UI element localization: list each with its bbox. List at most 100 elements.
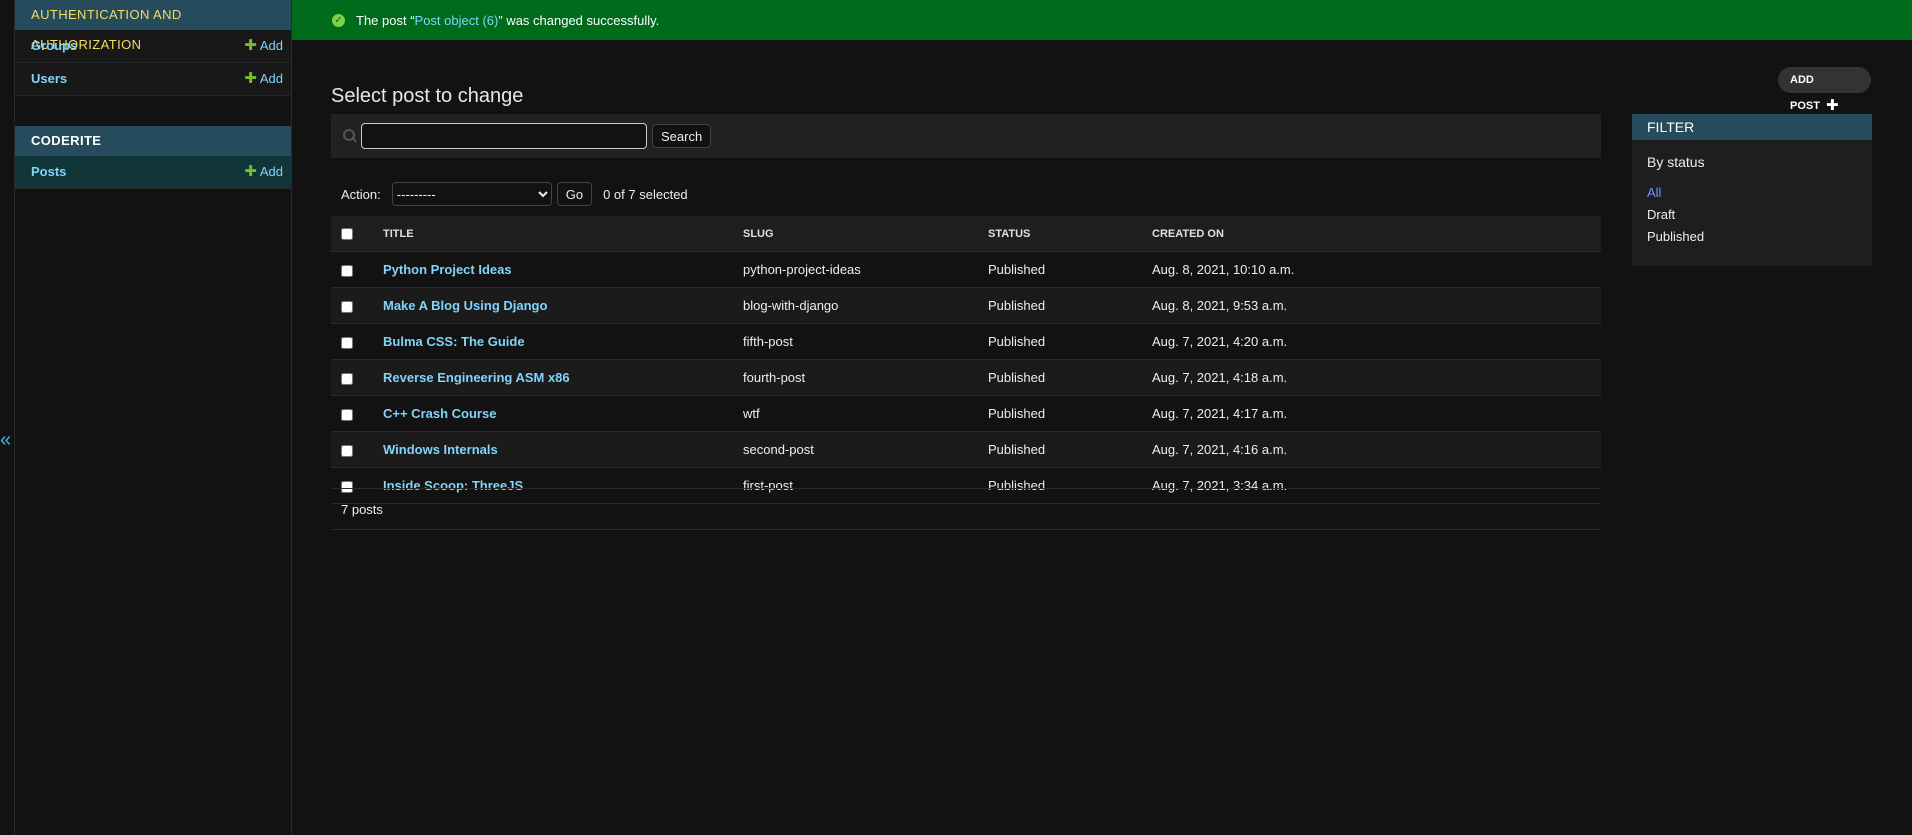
table-row: Bulma CSS: The Guide fifth-post Publishe…: [331, 323, 1601, 360]
action-select[interactable]: ---------: [391, 182, 552, 206]
created-cell: Aug. 7, 2021, 4:20 a.m.: [1151, 323, 1601, 360]
status-cell: Published: [987, 395, 1151, 432]
post-title-link[interactable]: Make A Blog Using Django: [383, 298, 547, 313]
title-cell: Windows Internals: [382, 431, 742, 468]
post-title-link[interactable]: C++ Crash Course: [383, 406, 496, 421]
add-posts-label: Add: [259, 164, 283, 179]
posts-table: Title Slug Status Created on Python Proj…: [331, 216, 1601, 504]
slug-cell: fourth-post: [742, 359, 987, 396]
plus-icon: ✚: [1825, 97, 1839, 114]
row-select-cell: [331, 431, 382, 468]
slug-cell: python-project-ideas: [742, 251, 987, 288]
created-cell: Aug. 8, 2021, 9:53 a.m.: [1151, 287, 1601, 324]
row-select-cell: [331, 359, 382, 396]
add-groups-link[interactable]: ✚ Add: [244, 30, 283, 62]
created-cell: Aug. 7, 2021, 4:17 a.m.: [1151, 395, 1601, 432]
column-header-status[interactable]: Status: [987, 216, 1151, 252]
column-header-created-on[interactable]: Created on: [1151, 216, 1601, 252]
success-check-icon: ✓: [332, 13, 345, 27]
filter-option-draft[interactable]: Draft: [1647, 204, 1872, 226]
row-checkbox[interactable]: [341, 300, 353, 313]
row-checkbox[interactable]: [341, 444, 353, 457]
action-label: Action:: [341, 186, 381, 202]
created-cell: Aug. 7, 2021, 4:18 a.m.: [1151, 359, 1601, 396]
add-users-link[interactable]: ✚ Add: [244, 63, 283, 95]
success-message: ✓ The post “Post object (6)” was changed…: [292, 0, 1912, 40]
title-cell: Bulma CSS: The Guide: [382, 323, 742, 360]
filter-panel: FILTER By status All Draft Published: [1632, 114, 1872, 266]
row-checkbox[interactable]: [341, 336, 353, 349]
created-cell: Aug. 8, 2021, 10:10 a.m.: [1151, 251, 1601, 288]
result-list: Title Slug Status Created on Python Proj…: [331, 216, 1601, 504]
filter-option-published[interactable]: Published: [1647, 226, 1872, 248]
sidebar-gutter: [0, 0, 15, 835]
table-body: Python Project Ideas python-project-idea…: [331, 251, 1601, 504]
search-toolbar: Search: [331, 114, 1601, 158]
status-cell: Published: [987, 323, 1151, 360]
collapse-sidebar-icon[interactable]: «: [0, 430, 11, 450]
slug-cell: second-post: [742, 431, 987, 468]
title-cell: Reverse Engineering ASM x86: [382, 359, 742, 396]
row-checkbox[interactable]: [341, 408, 353, 421]
sidebar: Authentication and Authorization Groups …: [15, 0, 292, 835]
plus-icon: ✚: [244, 37, 257, 54]
column-header-title[interactable]: Title: [382, 216, 742, 252]
module-coderite: Coderite Posts ✚ Add: [15, 126, 291, 189]
slug-cell: fifth-post: [742, 323, 987, 360]
filter-option-all[interactable]: All: [1647, 182, 1872, 204]
post-title-link[interactable]: Bulma CSS: The Guide: [383, 334, 525, 349]
title-cell: Python Project Ideas: [382, 251, 742, 288]
sidebar-link-users[interactable]: Users: [31, 63, 67, 95]
add-users-label: Add: [259, 71, 283, 86]
sidebar-item-posts: Posts ✚ Add: [15, 156, 291, 189]
select-all-checkbox[interactable]: [341, 227, 353, 240]
search-input[interactable]: [361, 123, 647, 149]
sidebar-item-groups: Groups ✚ Add: [15, 30, 291, 63]
add-post-label: ADD POST: [1790, 74, 1820, 112]
status-cell: Published: [987, 359, 1151, 396]
post-title-link[interactable]: Reverse Engineering ASM x86: [383, 370, 570, 385]
title-cell: C++ Crash Course: [382, 395, 742, 432]
sidebar-link-posts[interactable]: Posts: [31, 156, 66, 188]
module-caption-auth[interactable]: Authentication and Authorization: [15, 0, 291, 52]
table-row: Python Project Ideas python-project-idea…: [331, 251, 1601, 288]
column-header-slug[interactable]: Slug: [742, 216, 987, 252]
row-select-cell: [331, 251, 382, 288]
title-cell: Make A Blog Using Django: [382, 287, 742, 324]
add-posts-link[interactable]: ✚ Add: [244, 156, 283, 188]
actions-bar: Action: --------- Go 0 of 7 selected: [341, 182, 688, 206]
module-gap: [15, 96, 291, 126]
module-auth: Authentication and Authorization Groups …: [15, 0, 291, 96]
table-row: Windows Internals second-post Published …: [331, 431, 1601, 468]
add-post-button[interactable]: ADD POST ✚: [1778, 67, 1871, 114]
table-row: Make A Blog Using Django blog-with-djang…: [331, 287, 1601, 324]
success-message-text: The post “Post object (6)” was changed s…: [356, 13, 659, 28]
slug-cell: blog-with-django: [742, 287, 987, 324]
sidebar-item-users: Users ✚ Add: [15, 63, 291, 96]
page-title: Select post to change: [331, 85, 524, 108]
changed-object-link[interactable]: Post object (6): [415, 13, 499, 28]
post-title-link[interactable]: Python Project Ideas: [383, 262, 512, 277]
table-row: C++ Crash Course wtf Published Aug. 7, 2…: [331, 395, 1601, 432]
table-row: Reverse Engineering ASM x86 fourth-post …: [331, 359, 1601, 396]
row-select-cell: [331, 395, 382, 432]
selection-counter: 0 of 7 selected: [603, 186, 688, 202]
status-cell: Published: [987, 287, 1151, 324]
search-button[interactable]: Search: [652, 124, 712, 148]
success-prefix: The post “: [356, 12, 415, 28]
row-checkbox[interactable]: [341, 372, 353, 385]
row-checkbox[interactable]: [341, 264, 353, 277]
module-caption-coderite[interactable]: Coderite: [15, 126, 291, 156]
sidebar-link-groups[interactable]: Groups: [31, 30, 77, 62]
success-suffix: ” was changed successfully.: [498, 12, 660, 28]
row-select-cell: [331, 323, 382, 360]
table-header-row: Title Slug Status Created on: [331, 216, 1601, 252]
plus-icon: ✚: [244, 70, 257, 87]
slug-cell: wtf: [742, 395, 987, 432]
post-title-link[interactable]: Windows Internals: [383, 442, 498, 457]
filter-heading: FILTER: [1632, 114, 1872, 140]
go-button[interactable]: Go: [556, 182, 593, 206]
row-select-cell: [331, 287, 382, 324]
search-icon: [343, 129, 357, 143]
status-cell: Published: [987, 431, 1151, 468]
